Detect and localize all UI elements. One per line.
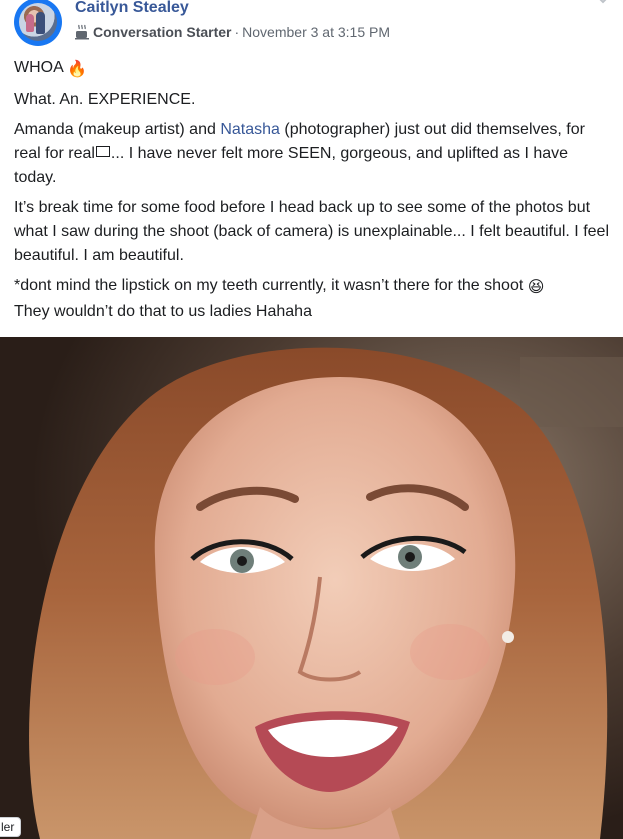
laughing-emoji-icon: 😆 <box>527 279 545 296</box>
post-header: Caitlyn Stealey Conversation Starter · Nov… <box>0 0 623 50</box>
post-paragraph: WHOA 🔥 <box>14 56 614 82</box>
paragraph-text: Amanda (makeup artist) and <box>14 121 221 138</box>
post-paragraph: *dont mind the lipstick on my teeth curr… <box>14 274 614 324</box>
meta-separator: · <box>234 24 240 40</box>
author-name-link[interactable]: Caitlyn Stealey <box>75 0 189 18</box>
paragraph-text: WHOA <box>14 59 63 76</box>
paragraph-text: *dont mind the lipstick on my teeth curr… <box>14 277 524 294</box>
missing-glyph-icon <box>95 146 110 157</box>
post-body: WHOA 🔥 What. An. EXPERIENCE. Amanda (mak… <box>14 56 614 330</box>
post-paragraph: It’s break time for some food before I h… <box>14 199 609 264</box>
badge-label[interactable]: Conversation Starter <box>93 24 231 40</box>
corner-label: ler <box>0 817 22 837</box>
post-card: Caitlyn Stealey Conversation Starter · Nov… <box>0 0 623 839</box>
post-options-chevron-icon[interactable] <box>595 0 611 6</box>
paragraph-text: They wouldn’t do that to us ladies Hahah… <box>14 303 312 320</box>
post-paragraph: Amanda (makeup artist) and Natasha (phot… <box>14 118 614 190</box>
post-photo[interactable] <box>0 337 623 839</box>
post-paragraph: What. An. EXPERIENCE. <box>14 91 196 108</box>
post-timestamp[interactable]: November 3 at 3:15 PM <box>242 24 390 40</box>
fire-emoji-icon: 🔥 <box>67 61 88 78</box>
author-avatar[interactable] <box>16 0 60 44</box>
mention-link[interactable]: Natasha <box>220 121 280 138</box>
coffee-cup-icon <box>75 24 89 40</box>
avatar-figure <box>36 12 45 34</box>
avatar-figure <box>26 14 34 32</box>
post-meta: Conversation Starter · November 3 at 3:15 … <box>75 23 390 41</box>
portrait-photo-illustration <box>0 337 623 839</box>
